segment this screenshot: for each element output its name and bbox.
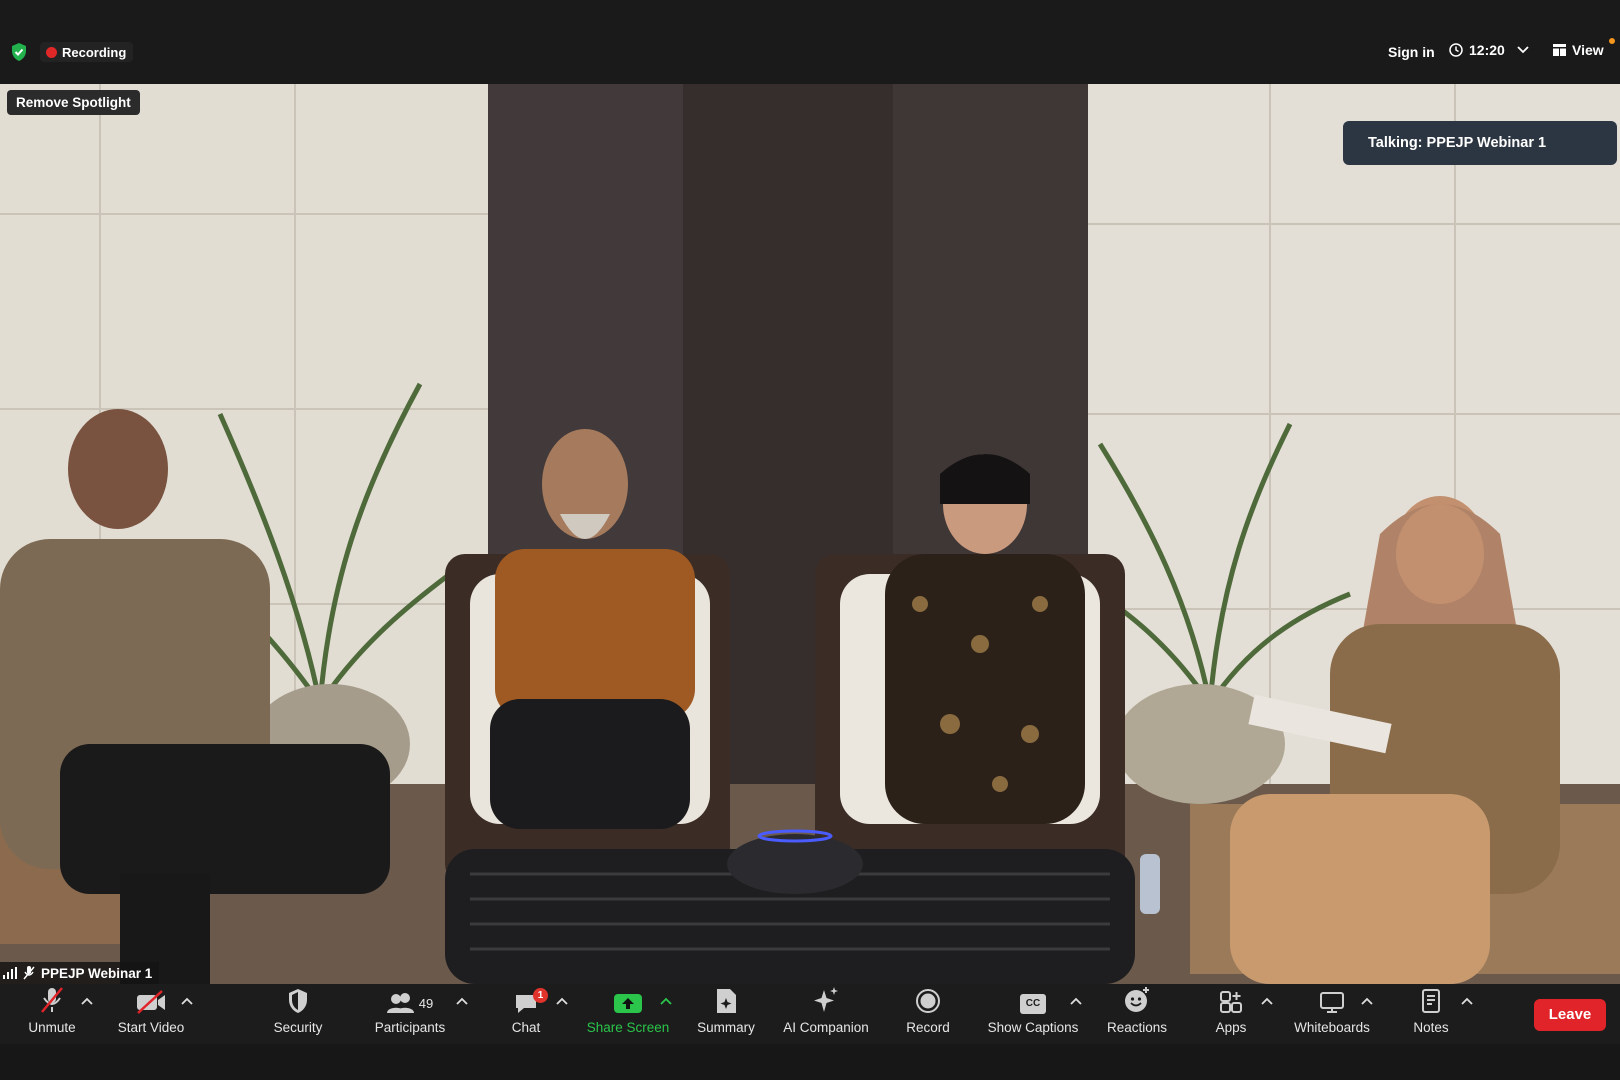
chat-button[interactable]: 1 Chat [510, 984, 548, 1044]
share-arrow-icon [614, 994, 642, 1013]
whiteboards-button[interactable]: Whiteboards [1290, 984, 1374, 1044]
share-screen-button[interactable]: Share Screen [585, 984, 671, 1044]
whiteboard-icon [1320, 992, 1344, 1013]
cc-icon-text: CC [1025, 998, 1041, 1009]
whiteboards-options-caret-icon[interactable] [1360, 996, 1374, 1006]
notes-icon [1422, 989, 1440, 1013]
apps-button[interactable]: Apps [1214, 984, 1248, 1044]
share-screen-label: Share Screen [586, 1020, 670, 1035]
summary-label: Summary [697, 1020, 755, 1035]
security-button[interactable]: Security [270, 984, 326, 1044]
security-label: Security [273, 1020, 323, 1035]
participants-count: 49 [418, 996, 434, 1011]
participants-button[interactable]: 49 Participants [370, 984, 450, 1044]
notes-label: Notes [1413, 1020, 1449, 1035]
security-shield-icon [289, 989, 307, 1013]
start-video-button[interactable]: Start Video [113, 984, 189, 1044]
audio-options-caret-icon[interactable] [80, 996, 94, 1006]
view-button[interactable]: View [1553, 42, 1604, 58]
chevron-down-icon [1517, 46, 1529, 54]
sign-in-link[interactable]: Sign in [1388, 44, 1435, 60]
record-label: Record [906, 1020, 950, 1035]
shield-check-icon[interactable] [11, 43, 27, 61]
recording-indicator[interactable]: Recording [40, 42, 134, 62]
unmute-label: Unmute [28, 1020, 76, 1035]
recording-label: Recording [62, 44, 127, 60]
reactions-button[interactable]: Reactions [1102, 984, 1172, 1044]
video-off-icon [137, 990, 165, 1014]
mic-off-icon [41, 987, 63, 1013]
whiteboards-label: Whiteboards [1294, 1020, 1370, 1035]
notes-options-caret-icon[interactable] [1460, 996, 1474, 1006]
notes-button[interactable]: Notes [1410, 984, 1452, 1044]
unmute-button[interactable]: Unmute [22, 984, 82, 1044]
summary-button[interactable]: Summary [694, 984, 758, 1044]
reaction-smile-icon [1125, 987, 1149, 1012]
leave-button[interactable]: Leave [1534, 999, 1606, 1031]
ai-companion-button[interactable]: AI Companion [780, 984, 872, 1044]
ai-companion-label: AI Companion [783, 1020, 869, 1035]
meeting-timer[interactable]: 12:20 [1449, 42, 1529, 58]
participant-name: PPEJP Webinar 1 [41, 965, 153, 981]
chat-options-caret-icon[interactable] [555, 996, 569, 1006]
signal-bars-icon [3, 967, 17, 979]
recording-dot-icon [46, 46, 57, 58]
video-frame-image [0, 84, 1620, 984]
show-captions-label: Show Captions [987, 1020, 1079, 1035]
share-options-caret-icon[interactable] [659, 996, 673, 1006]
chat-unread-badge: 1 [533, 988, 548, 1003]
participants-options-caret-icon[interactable] [455, 996, 469, 1006]
participant-name-tag: PPEJP Webinar 1 [0, 962, 160, 984]
record-icon [916, 989, 940, 1013]
participants-label: Participants [374, 1020, 446, 1035]
view-grid-icon [1553, 44, 1566, 56]
notification-dot [1609, 38, 1615, 44]
apps-options-caret-icon[interactable] [1260, 996, 1274, 1006]
apps-label: Apps [1215, 1020, 1247, 1035]
start-video-label: Start Video [117, 1020, 185, 1035]
sparkle-icon [814, 987, 838, 1012]
captions-options-caret-icon[interactable] [1069, 996, 1083, 1006]
record-button[interactable]: Record [900, 984, 956, 1044]
participants-icon [386, 993, 414, 1013]
talking-indicator: Talking: PPEJP Webinar 1 [1343, 121, 1617, 165]
meeting-toolbar: Unmute Start Video Security 49 Participa… [0, 984, 1620, 1044]
top-bar: Recording Sign in 12:20 View [0, 0, 1620, 84]
clock-icon [1449, 43, 1463, 57]
apps-icon [1220, 991, 1242, 1013]
summary-doc-icon [717, 989, 736, 1013]
video-options-caret-icon[interactable] [180, 996, 194, 1006]
view-label: View [1572, 42, 1604, 58]
spotlight-video[interactable]: Remove Spotlight Talking: PPEJP Webinar … [0, 84, 1620, 984]
meeting-time: 12:20 [1469, 42, 1505, 58]
reactions-label: Reactions [1106, 1020, 1168, 1035]
mic-off-small-icon [23, 966, 35, 980]
chat-label: Chat [511, 1020, 541, 1035]
cc-icon: CC [1020, 994, 1046, 1014]
bottom-strip [0, 1044, 1620, 1080]
show-captions-button[interactable]: CC Show Captions [983, 984, 1083, 1044]
remove-spotlight-button[interactable]: Remove Spotlight [7, 90, 140, 115]
